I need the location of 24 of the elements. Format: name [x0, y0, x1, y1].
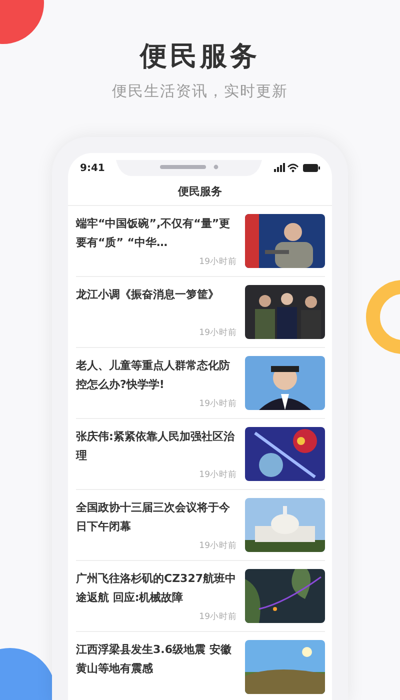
news-title: 广州飞往洛杉矶的CZ327航班中途返航 回应:机械故障 [76, 571, 237, 606]
news-item[interactable]: 端牢“中国饭碗”,不仅有“量”更要有“质” “中华… 19小时前 [76, 206, 325, 277]
news-title: 龙江小调《振奋消息一箩筐》 [76, 287, 220, 303]
page-title: 便民服务 [140, 40, 260, 74]
nav-title: 便民服务 [68, 177, 332, 206]
news-item[interactable]: 江西浮梁县发生3.6级地震 安徽黄山等地有震感 [76, 632, 325, 700]
news-title: 端牢“中国饭碗”,不仅有“量”更要有“质” “中华… [76, 216, 232, 251]
news-title: 全国政协十三届三次会议将于今日下午闭幕 [76, 500, 231, 535]
news-time: 19小时前 [198, 540, 237, 552]
news-item[interactable]: 张庆伟:紧紧依靠人民加强社区治理 19小时前 [76, 419, 325, 490]
status-time: 9:41 [80, 162, 105, 174]
news-item[interactable]: 老人、儿童等重点人群常态化防控怎么办?快学学! 19小时前 [76, 348, 325, 419]
news-time: 19小时前 [198, 327, 237, 339]
news-time: 19小时前 [198, 256, 237, 268]
news-item[interactable]: 全国政协十三届三次会议将于今日下午闭幕 19小时前 [76, 490, 325, 561]
news-title: 老人、儿童等重点人群常态化防控怎么办?快学学! [76, 358, 231, 393]
news-time: 19小时前 [198, 469, 237, 481]
news-time: 19小时前 [198, 398, 237, 410]
news-item[interactable]: 广州飞往洛杉矶的CZ327航班中途返航 回应:机械故障 19小时前 [76, 561, 325, 632]
news-title: 江西浮梁县发生3.6级地震 安徽黄山等地有震感 [76, 642, 232, 677]
news-title: 张庆伟:紧紧依靠人民加强社区治理 [76, 429, 236, 464]
news-item[interactable]: 龙江小调《振奋消息一箩筐》 19小时前 [76, 277, 325, 348]
page-subtitle: 便民生活资讯，实时更新 [112, 82, 288, 101]
news-time: 19小时前 [198, 611, 237, 623]
